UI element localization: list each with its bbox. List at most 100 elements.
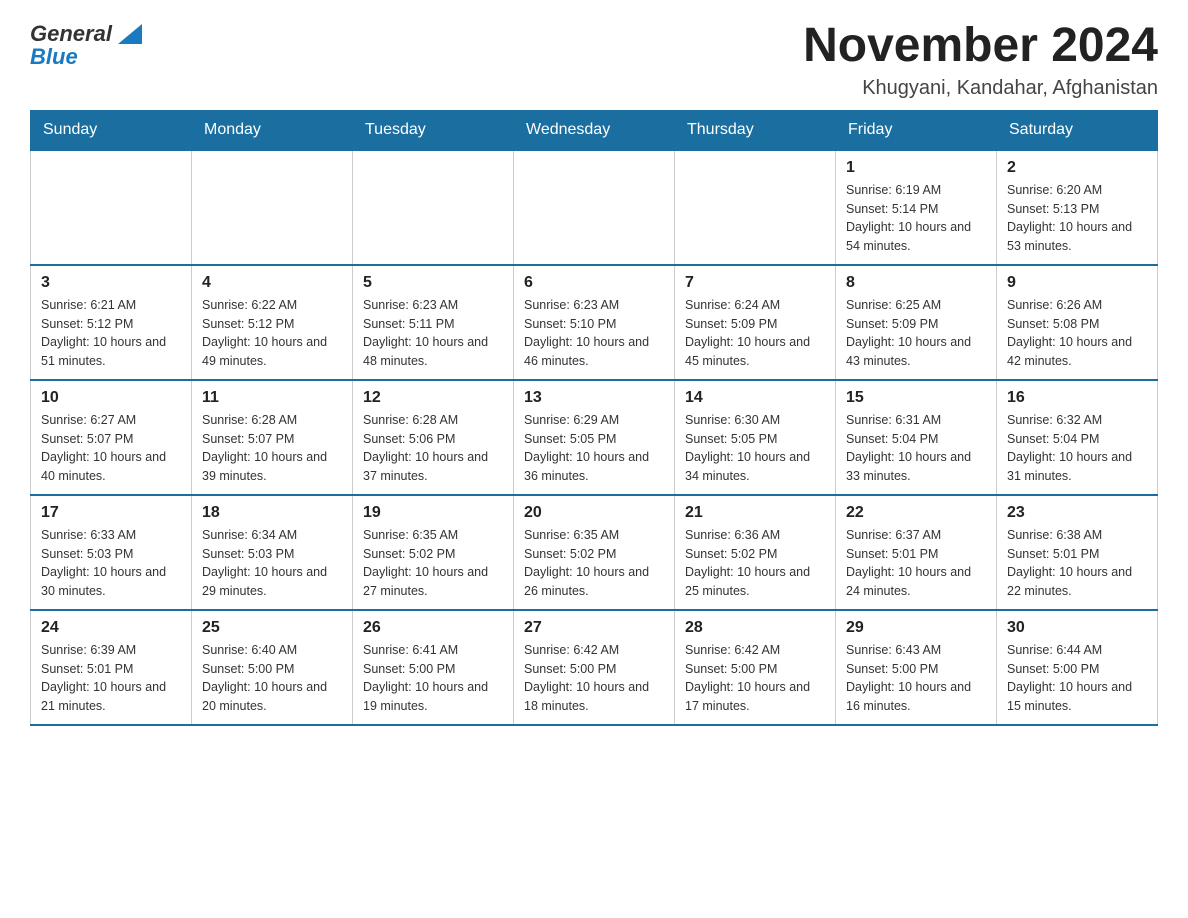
day-info: Sunrise: 6:34 AMSunset: 5:03 PMDaylight:…: [202, 526, 342, 601]
logo: General Blue: [30, 20, 142, 70]
day-number: 3: [41, 274, 181, 292]
day-number: 23: [1007, 504, 1147, 522]
day-cell: [31, 150, 192, 265]
day-cell: 23Sunrise: 6:38 AMSunset: 5:01 PMDayligh…: [997, 495, 1158, 610]
day-number: 20: [524, 504, 664, 522]
day-number: 15: [846, 389, 986, 407]
day-info: Sunrise: 6:30 AMSunset: 5:05 PMDaylight:…: [685, 411, 825, 486]
day-info: Sunrise: 6:28 AMSunset: 5:06 PMDaylight:…: [363, 411, 503, 486]
day-number: 7: [685, 274, 825, 292]
day-info: Sunrise: 6:21 AMSunset: 5:12 PMDaylight:…: [41, 296, 181, 371]
day-number: 14: [685, 389, 825, 407]
day-number: 30: [1007, 619, 1147, 637]
day-number: 26: [363, 619, 503, 637]
weekday-header-saturday: Saturday: [997, 110, 1158, 150]
day-info: Sunrise: 6:41 AMSunset: 5:00 PMDaylight:…: [363, 641, 503, 716]
logo-blue-text: Blue: [30, 44, 142, 70]
day-number: 18: [202, 504, 342, 522]
day-cell: [514, 150, 675, 265]
weekday-header-friday: Friday: [836, 110, 997, 150]
day-cell: 26 Sunrise: 6:41 AMSunset: 5:00 PMDayligh…: [353, 610, 514, 725]
day-cell: 14 Sunrise: 6:30 AMSunset: 5:05 PMDayligh…: [675, 380, 836, 495]
day-info: Sunrise: 6:20 AMSunset: 5:13 PMDaylight:…: [1007, 181, 1147, 256]
day-info: Sunrise: 6:31 AMSunset: 5:04 PMDaylight:…: [846, 411, 986, 486]
day-cell: 3 Sunrise: 6:21 AMSunset: 5:12 PMDaylight…: [31, 265, 192, 380]
day-cell: 8 Sunrise: 6:25 AMSunset: 5:09 PMDaylight…: [836, 265, 997, 380]
day-number: 5: [363, 274, 503, 292]
day-number: 24: [41, 619, 181, 637]
day-info: Sunrise: 6:35 AMSunset: 5:02 PMDaylight:…: [363, 526, 503, 601]
day-info: Sunrise: 6:29 AMSunset: 5:05 PMDaylight:…: [524, 411, 664, 486]
day-info: Sunrise: 6:36 AMSunset: 5:02 PMDaylight:…: [685, 526, 825, 601]
calendar-table: SundayMondayTuesdayWednesdayThursdayFrid…: [30, 110, 1158, 726]
day-info: Sunrise: 6:27 AMSunset: 5:07 PMDaylight:…: [41, 411, 181, 486]
day-info: Sunrise: 6:35 AMSunset: 5:02 PMDaylight:…: [524, 526, 664, 601]
day-cell: 7 Sunrise: 6:24 AMSunset: 5:09 PMDaylight…: [675, 265, 836, 380]
day-number: 16: [1007, 389, 1147, 407]
day-number: 29: [846, 619, 986, 637]
day-number: 10: [41, 389, 181, 407]
weekday-header-monday: Monday: [192, 110, 353, 150]
weekday-header-tuesday: Tuesday: [353, 110, 514, 150]
day-cell: 22 Sunrise: 6:37 AMSunset: 5:01 PMDayligh…: [836, 495, 997, 610]
day-info: Sunrise: 6:23 AMSunset: 5:10 PMDaylight:…: [524, 296, 664, 371]
day-info: Sunrise: 6:37 AMSunset: 5:01 PMDaylight:…: [846, 526, 986, 601]
day-cell: 2 Sunrise: 6:20 AMSunset: 5:13 PMDaylight…: [997, 150, 1158, 265]
day-cell: 11 Sunrise: 6:28 AMSunset: 5:07 PMDayligh…: [192, 380, 353, 495]
weekday-header-row: SundayMondayTuesdayWednesdayThursdayFrid…: [31, 110, 1158, 150]
day-number: 6: [524, 274, 664, 292]
day-cell: 6 Sunrise: 6:23 AMSunset: 5:10 PMDaylight…: [514, 265, 675, 380]
day-cell: 30 Sunrise: 6:44 AMSunset: 5:00 PMDayligh…: [997, 610, 1158, 725]
day-info: Sunrise: 6:28 AMSunset: 5:07 PMDaylight:…: [202, 411, 342, 486]
day-info: Sunrise: 6:44 AMSunset: 5:00 PMDaylight:…: [1007, 641, 1147, 716]
day-cell: 25Sunrise: 6:40 AMSunset: 5:00 PMDayligh…: [192, 610, 353, 725]
day-number: 8: [846, 274, 986, 292]
day-cell: 27 Sunrise: 6:42 AMSunset: 5:00 PMDayligh…: [514, 610, 675, 725]
day-number: 19: [363, 504, 503, 522]
day-cell: [675, 150, 836, 265]
day-info: Sunrise: 6:43 AMSunset: 5:00 PMDaylight:…: [846, 641, 986, 716]
day-cell: 9 Sunrise: 6:26 AMSunset: 5:08 PMDaylight…: [997, 265, 1158, 380]
day-info: Sunrise: 6:26 AMSunset: 5:08 PMDaylight:…: [1007, 296, 1147, 371]
weekday-header-thursday: Thursday: [675, 110, 836, 150]
day-info: Sunrise: 6:24 AMSunset: 5:09 PMDaylight:…: [685, 296, 825, 371]
day-cell: 10 Sunrise: 6:27 AMSunset: 5:07 PMDayligh…: [31, 380, 192, 495]
page-header: General Blue November 2024 Khugyani, Kan…: [30, 20, 1158, 100]
day-cell: 24 Sunrise: 6:39 AMSunset: 5:01 PMDayligh…: [31, 610, 192, 725]
day-cell: 15 Sunrise: 6:31 AMSunset: 5:04 PMDayligh…: [836, 380, 997, 495]
day-number: 27: [524, 619, 664, 637]
weekday-header-sunday: Sunday: [31, 110, 192, 150]
day-cell: 16 Sunrise: 6:32 AMSunset: 5:04 PMDayligh…: [997, 380, 1158, 495]
day-info: Sunrise: 6:32 AMSunset: 5:04 PMDaylight:…: [1007, 411, 1147, 486]
day-number: 11: [202, 389, 342, 407]
day-info: Sunrise: 6:25 AMSunset: 5:09 PMDaylight:…: [846, 296, 986, 371]
day-cell: 21Sunrise: 6:36 AMSunset: 5:02 PMDayligh…: [675, 495, 836, 610]
day-info: Sunrise: 6:23 AMSunset: 5:11 PMDaylight:…: [363, 296, 503, 371]
day-number: 9: [1007, 274, 1147, 292]
week-row-4: 17Sunrise: 6:33 AMSunset: 5:03 PMDayligh…: [31, 495, 1158, 610]
day-cell: 19 Sunrise: 6:35 AMSunset: 5:02 PMDayligh…: [353, 495, 514, 610]
day-cell: 28Sunrise: 6:42 AMSunset: 5:00 PMDayligh…: [675, 610, 836, 725]
calendar-title: November 2024: [803, 20, 1158, 73]
day-cell: 5 Sunrise: 6:23 AMSunset: 5:11 PMDaylight…: [353, 265, 514, 380]
day-cell: [353, 150, 514, 265]
day-cell: 12 Sunrise: 6:28 AMSunset: 5:06 PMDayligh…: [353, 380, 514, 495]
day-cell: 1Sunrise: 6:19 AMSunset: 5:14 PMDaylight…: [836, 150, 997, 265]
day-cell: 18 Sunrise: 6:34 AMSunset: 5:03 PMDayligh…: [192, 495, 353, 610]
day-number: 12: [363, 389, 503, 407]
day-cell: 20 Sunrise: 6:35 AMSunset: 5:02 PMDayligh…: [514, 495, 675, 610]
day-cell: 29 Sunrise: 6:43 AMSunset: 5:00 PMDayligh…: [836, 610, 997, 725]
day-number: 13: [524, 389, 664, 407]
day-cell: 17Sunrise: 6:33 AMSunset: 5:03 PMDayligh…: [31, 495, 192, 610]
week-row-2: 3 Sunrise: 6:21 AMSunset: 5:12 PMDaylight…: [31, 265, 1158, 380]
day-info: Sunrise: 6:42 AMSunset: 5:00 PMDaylight:…: [685, 641, 825, 716]
calendar-subtitle: Khugyani, Kandahar, Afghanistan: [803, 77, 1158, 100]
day-info: Sunrise: 6:42 AMSunset: 5:00 PMDaylight:…: [524, 641, 664, 716]
week-row-5: 24 Sunrise: 6:39 AMSunset: 5:01 PMDayligh…: [31, 610, 1158, 725]
day-number: 25: [202, 619, 342, 637]
day-number: 2: [1007, 159, 1147, 177]
day-info: Sunrise: 6:39 AMSunset: 5:01 PMDaylight:…: [41, 641, 181, 716]
day-number: 22: [846, 504, 986, 522]
day-number: 17: [41, 504, 181, 522]
title-section: November 2024 Khugyani, Kandahar, Afghan…: [803, 20, 1158, 100]
